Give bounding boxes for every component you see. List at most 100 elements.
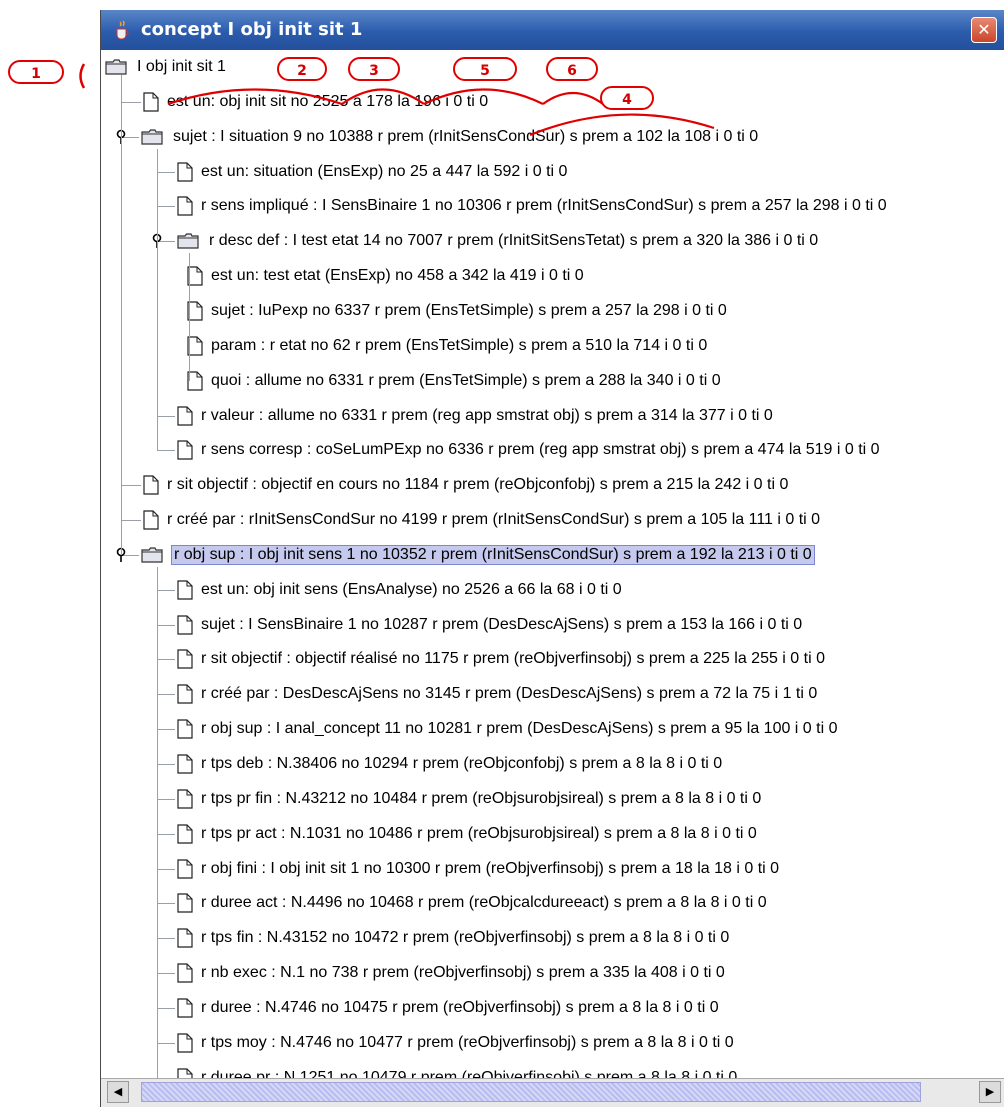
arrow-left-icon: ◀ xyxy=(113,1085,123,1098)
tree-node[interactable]: r tps deb : N.38406 no 10294 r prem (reO… xyxy=(177,751,724,777)
horizontal-scrollbar[interactable]: ◀ ▶ xyxy=(101,1078,1004,1107)
tree-node[interactable]: param : r etat no 62 r prem (EnsTetSimpl… xyxy=(187,333,709,359)
tree-node-label: sujet : IuPexp no 6337 r prem (EnsTetSim… xyxy=(211,301,727,319)
tree-node-label: r tps moy : N.4746 no 10477 r prem (reOb… xyxy=(201,1033,734,1051)
annotation-badge-1: 1 xyxy=(8,60,64,84)
document-icon xyxy=(177,893,193,913)
document-icon xyxy=(177,858,193,879)
tree-node-label: r tps fin : N.43152 no 10472 r prem (reO… xyxy=(201,929,730,947)
tree-node[interactable]: sujet : I situation 9 no 10388 r prem (r… xyxy=(141,124,760,150)
tree-node[interactable]: est un: situation (EnsExp) no 25 a 447 l… xyxy=(177,159,569,185)
tree-node[interactable]: r obj sup : I anal_concept 11 no 10281 r… xyxy=(177,716,840,742)
tree-node-label: r tps pr act : N.1031 no 10486 r prem (r… xyxy=(201,824,757,842)
tree-node-label: r duree : N.4746 no 10475 r prem (reObjv… xyxy=(201,998,719,1016)
tree-node-label: est un: situation (EnsExp) no 25 a 447 l… xyxy=(201,162,568,180)
tree-node-label: param : r etat no 62 r prem (EnsTetSimpl… xyxy=(211,336,708,354)
document-icon xyxy=(177,161,193,182)
tree-node[interactable]: r obj sup : I obj init sens 1 no 10352 r… xyxy=(141,542,815,568)
tree-node-label: r obj sup : I anal_concept 11 no 10281 r… xyxy=(201,720,838,738)
tree-connector xyxy=(157,764,175,765)
document-icon xyxy=(177,928,193,948)
tree-node[interactable]: r nb exec : N.1 no 738 r prem (reObjverf… xyxy=(177,960,727,986)
scroll-left-button[interactable]: ◀ xyxy=(107,1081,129,1103)
tree-node[interactable]: est un: obj init sens (EnsAnalyse) no 25… xyxy=(177,577,624,603)
tree-node[interactable]: r sit objectif : objectif réalisé no 117… xyxy=(177,646,827,672)
tree-node[interactable]: r obj fini : I obj init sit 1 no 10300 r… xyxy=(177,856,781,882)
tree-connector xyxy=(157,415,175,417)
tree-connector xyxy=(157,659,175,661)
tree-guide xyxy=(157,566,158,1079)
document-icon xyxy=(143,92,159,112)
document-icon xyxy=(177,196,193,216)
tree-node[interactable]: r sens corresp : coSeLumPExp no 6336 r p… xyxy=(177,437,882,463)
tree-node-label: est un: obj init sens (EnsAnalyse) no 25… xyxy=(201,580,622,598)
tree-node[interactable]: r tps moy : N.4746 no 10477 r prem (reOb… xyxy=(177,1030,736,1056)
tree-node[interactable]: r sens impliqué : I SensBinaire 1 no 103… xyxy=(177,193,889,219)
tree-node[interactable]: r créé par : rInitSensCondSur no 4199 r … xyxy=(143,507,822,533)
tree-node-label: r obj fini : I obj init sit 1 no 10300 r… xyxy=(201,859,780,877)
document-icon xyxy=(177,754,193,774)
document-icon xyxy=(177,719,193,739)
bracket-1 xyxy=(79,63,86,89)
scroll-thumb[interactable] xyxy=(141,1082,921,1102)
tree-node[interactable]: r valeur : allume no 6331 r prem (reg ap… xyxy=(177,403,775,429)
folder-icon xyxy=(105,59,127,75)
tree-connector xyxy=(157,868,175,870)
tree-node-label: sujet : I SensBinaire 1 no 10287 r prem … xyxy=(201,615,803,633)
tree-node[interactable]: r créé par : DesDescAjSens no 3145 r pre… xyxy=(177,681,819,707)
tree-node[interactable]: r tps pr fin : N.43212 no 10484 r prem (… xyxy=(177,786,763,812)
tree-node[interactable]: r sit objectif : objectif en cours no 11… xyxy=(143,472,790,498)
document-icon xyxy=(143,475,159,495)
title-bar[interactable]: concept I obj init sit 1 ✕ xyxy=(101,10,1004,50)
tree-node[interactable]: est un: test etat (EnsExp) no 458 a 342 … xyxy=(187,263,586,289)
tree-node[interactable]: r duree : N.4746 no 10475 r prem (reObjv… xyxy=(177,995,721,1021)
tree-node[interactable]: r duree act : N.4496 no 10468 r prem (re… xyxy=(177,890,769,916)
window-title: concept I obj init sit 1 xyxy=(141,19,363,40)
tree-node-label: r tps deb : N.38406 no 10294 r prem (reO… xyxy=(201,755,723,772)
annotation-badge-3: 3 xyxy=(348,57,400,81)
concept-tree[interactable]: I obj init sit 1 est un: obj init sit no … xyxy=(101,50,1004,1079)
tree-connector xyxy=(121,485,141,487)
tree-node[interactable]: r duree pr : N.1251 no 10479 r prem (reO… xyxy=(177,1065,739,1079)
scroll-right-button[interactable]: ▶ xyxy=(979,1081,1001,1103)
tree-node-label: quoi : allume no 6331 r prem (EnsTetSimp… xyxy=(211,371,721,389)
document-icon xyxy=(177,405,193,426)
folder-icon xyxy=(177,233,199,249)
tree-node[interactable]: sujet : I SensBinaire 1 no 10287 r prem … xyxy=(177,612,804,638)
tree-node[interactable]: est un: obj init sit no 2525 a 178 la 19… xyxy=(143,89,490,115)
tree-connector xyxy=(157,206,175,208)
tree-node-label: r duree act : N.4496 no 10468 r prem (re… xyxy=(201,894,767,912)
tree-node[interactable]: I obj init sit 1 xyxy=(105,54,228,80)
tree-node-label: r valeur : allume no 6331 r prem (reg ap… xyxy=(201,406,773,424)
tree-node[interactable]: r tps pr act : N.1031 no 10486 r prem (r… xyxy=(177,821,759,847)
tree-connector xyxy=(157,1007,175,1009)
document-icon xyxy=(177,649,193,670)
tree-node[interactable]: quoi : allume no 6331 r prem (EnsTetSimp… xyxy=(187,368,723,394)
tree-node-label: est un: test etat (EnsExp) no 458 a 342 … xyxy=(211,267,584,285)
tree-guide xyxy=(157,148,158,451)
tree-node[interactable]: r desc def : I test etat 14 no 7007 r pr… xyxy=(177,228,820,254)
annotation-badge-5: 5 xyxy=(453,57,517,81)
document-icon xyxy=(177,614,193,635)
close-button[interactable]: ✕ xyxy=(971,17,997,43)
tree-connector xyxy=(157,1042,175,1044)
tree-guide xyxy=(121,75,122,555)
tree-connector xyxy=(157,938,175,940)
tree-node-label: r sens corresp : coSeLumPExp no 6336 r p… xyxy=(201,441,880,459)
document-icon xyxy=(177,440,193,460)
annotation-badge-4: 4 xyxy=(600,86,654,110)
tree-node[interactable]: r tps fin : N.43152 no 10472 r prem (reO… xyxy=(177,925,731,951)
tree-connector xyxy=(157,833,175,835)
tree-connector xyxy=(121,520,141,522)
close-icon: ✕ xyxy=(977,20,991,39)
tree-node-label: r obj sup : I obj init sens 1 no 10352 r… xyxy=(171,544,815,565)
tree-node-label: r nb exec : N.1 no 738 r prem (reObjverf… xyxy=(201,964,725,982)
tree-connector xyxy=(157,450,175,452)
annotation-badge-6: 6 xyxy=(546,57,598,81)
tree-node-label: r créé par : rInitSensCondSur no 4199 r … xyxy=(167,511,821,529)
tree-node[interactable]: sujet : IuPexp no 6337 r prem (EnsTetSim… xyxy=(187,298,729,324)
document-icon xyxy=(177,789,193,809)
tree-connector xyxy=(157,171,175,173)
tree-guide xyxy=(189,253,190,381)
tree-connector xyxy=(157,729,175,731)
